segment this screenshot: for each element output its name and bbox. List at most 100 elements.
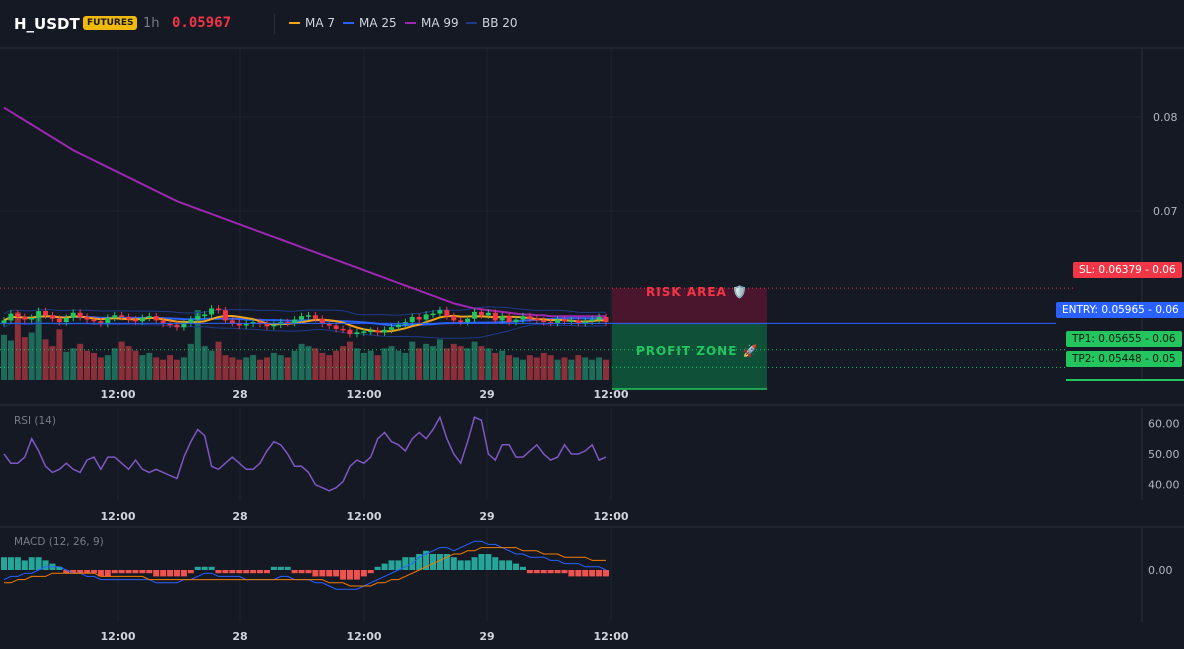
macd-histogram-bar: [319, 570, 326, 577]
macd-histogram-bar: [35, 557, 42, 570]
x-tick-label: 12:00: [100, 630, 135, 643]
candle-body: [174, 324, 180, 328]
entry-tag-axis: 0.06: [1155, 304, 1179, 316]
volume-bar: [42, 339, 49, 380]
macd-histogram-bar: [464, 560, 471, 570]
candle-body: [243, 323, 249, 326]
macd-histogram-bar: [305, 570, 312, 574]
volume-bar: [180, 357, 187, 380]
macd-histogram-bar: [374, 566, 381, 570]
volume-bar: [589, 359, 596, 380]
macd-histogram-bar: [104, 570, 111, 577]
candle-body: [375, 330, 381, 333]
macd-pane: [1, 540, 609, 590]
volume-bar: [450, 343, 457, 380]
price-levels: [0, 287, 1073, 368]
volume-bar: [513, 357, 520, 380]
candle-body: [229, 320, 235, 323]
candle-body: [139, 317, 145, 322]
volume-bar: [582, 357, 589, 380]
volume-bar: [298, 343, 305, 380]
volume-bar: [464, 348, 471, 380]
grid-lines: [0, 47, 1184, 622]
macd-histogram-bar: [298, 570, 305, 574]
volume-bar: [118, 341, 125, 380]
volume-bar: [326, 355, 333, 380]
volume-bar: [478, 346, 485, 380]
candle-body: [1, 320, 7, 323]
macd-histogram-bar: [312, 570, 319, 577]
x-tick-label: 12:00: [593, 630, 628, 643]
candle-body: [527, 316, 533, 319]
candle-body: [77, 312, 83, 318]
candle-body: [534, 318, 540, 321]
candle-body: [264, 323, 270, 327]
volume-bar: [35, 317, 42, 380]
macd-histogram-bar: [561, 570, 568, 574]
volume-bar: [263, 357, 270, 380]
tp1-price-tag[interactable]: TP1: 0.05655 - 0.06: [1066, 331, 1182, 347]
trading-chart[interactable]: 12:00 28 12:00 29 12:00 12:00 28 12:00 29 12:00 12…: [0, 0, 1184, 649]
volume-bar: [499, 350, 506, 380]
risk-area-label: RISK AREA 🛡️: [646, 285, 748, 299]
tp2-price-tag[interactable]: TP2: 0.05448 - 0.05: [1066, 351, 1182, 367]
candle-body: [520, 316, 526, 320]
candle-body: [589, 319, 595, 322]
volume-bar: [104, 355, 111, 380]
y-tick-label: 0.08: [1153, 111, 1178, 124]
candle-body: [126, 317, 132, 320]
volume-bar: [90, 352, 97, 380]
x-tick-label: 12:00: [346, 510, 381, 523]
candle-body: [430, 313, 436, 316]
volume-bar: [485, 348, 492, 380]
volume-bar: [430, 346, 437, 380]
candle-body: [603, 317, 609, 323]
sl-price-tag[interactable]: SL: 0.06379 - 0.06: [1073, 262, 1182, 278]
macd-histogram-bar: [125, 570, 132, 574]
candle-body: [437, 310, 443, 314]
candle-body: [472, 311, 478, 319]
rsi-pane: [3, 415, 607, 492]
rsi-tick-label: 40.00: [1148, 479, 1180, 492]
candle-body: [49, 315, 55, 319]
volume-bar: [222, 355, 229, 380]
macd-histogram-bar: [575, 570, 582, 577]
macd-histogram-bar: [478, 554, 485, 570]
tp2-tag-label: TP2: 0.05448: [1072, 353, 1142, 365]
macd-histogram-bar: [340, 570, 347, 580]
macd-histogram-bar: [160, 570, 167, 577]
entry-price-tag[interactable]: ENTRY: 0.05965 - 0.06: [1056, 302, 1184, 318]
candle-body: [582, 321, 588, 323]
volume-bar: [471, 341, 478, 380]
x-tick-label: 12:00: [346, 630, 381, 643]
macd-histogram-bar: [21, 560, 28, 570]
macd-histogram-bar: [270, 566, 277, 570]
x-tick-label: 29: [479, 510, 494, 523]
macd-histogram-bar: [173, 570, 180, 577]
macd-histogram-bar: [236, 570, 243, 574]
macd-histogram-bar: [229, 570, 236, 574]
macd-histogram-bar: [589, 570, 596, 577]
x-tick-label: 28: [232, 630, 247, 643]
volume-bar: [360, 352, 367, 380]
macd-histogram-bar: [167, 570, 174, 577]
candle-body: [541, 320, 547, 323]
volume-bar: [319, 352, 326, 380]
x-tick-label: 29: [479, 388, 494, 401]
macd-histogram-bar: [513, 563, 520, 570]
volume-bar: [416, 348, 423, 380]
volume-bar: [250, 355, 257, 380]
x-tick-label: 12:00: [346, 388, 381, 401]
candle-body: [305, 315, 311, 317]
entry-tag-label: ENTRY: 0.05965: [1062, 304, 1145, 316]
candle-body: [188, 319, 194, 323]
volume-bar: [111, 348, 118, 380]
volume-bar: [146, 352, 153, 380]
macd-histogram-bar: [430, 554, 437, 570]
volume-bar: [173, 359, 180, 380]
volume-bar: [49, 346, 56, 380]
volume-bar: [97, 357, 104, 380]
candle-body: [91, 319, 97, 322]
candle-body: [354, 332, 360, 335]
volume-bar: [353, 348, 360, 380]
